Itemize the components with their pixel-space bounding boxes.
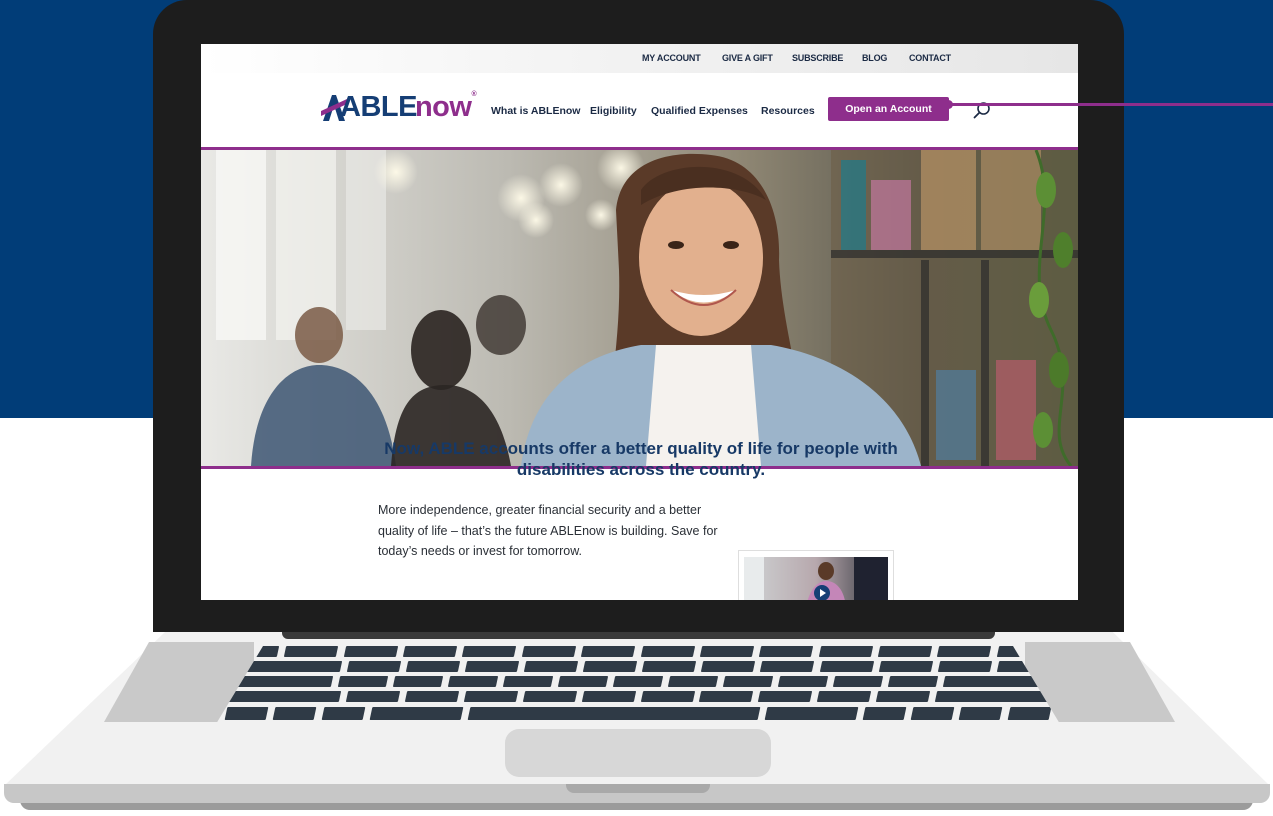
intro-paragraph: More independence, greater financial sec… [378,503,718,558]
laptop-lip [566,784,710,793]
key-row [216,646,1060,657]
hero-image [201,147,1078,469]
video-still [744,557,888,600]
utility-bar: MY ACCOUNT GIVE A GIFT SUBSCRIBE BLOG CO… [201,44,1078,73]
page-headline: Now, ABLE accounts offer a better qualit… [384,439,898,479]
logo-registered-mark: ® [471,91,477,98]
ablenow-logo[interactable]: ABLEnow® [321,91,477,124]
utility-link-blog[interactable]: BLOG [862,53,887,63]
utility-link-my-account[interactable]: MY ACCOUNT [642,53,701,63]
key-row [216,707,1060,720]
nav-eligibility[interactable]: Eligibility [590,105,637,117]
nav-qualified-expenses[interactable]: Qualified Expenses [651,105,748,117]
main-nav: ABLEnow® What is ABLEnow Eligibility Qua… [201,73,1078,147]
logo-now-text: now [414,91,472,123]
key-row [216,661,1060,672]
nav-resources[interactable]: Resources [761,105,815,117]
utility-link-contact[interactable]: CONTACT [909,53,951,63]
nav-what-is-ablenow[interactable]: What is ABLEnow [491,105,580,117]
callout-dot [944,100,953,109]
logo-able-text: ABLE [340,91,417,123]
keyboard [216,640,1060,724]
hero-photo [216,150,1078,466]
trackpad [505,729,771,777]
callout-line [948,103,1273,106]
laptop-hinge [282,632,995,639]
play-icon[interactable] [814,585,830,600]
utility-link-give-a-gift[interactable]: GIVE A GIFT [722,53,773,63]
key-row [216,691,1060,702]
utility-link-subscribe[interactable]: SUBSCRIBE [792,53,843,63]
open-an-account-button[interactable]: Open an Account [828,97,949,121]
key-row [216,676,1060,687]
laptop-screen: MY ACCOUNT GIVE A GIFT SUBSCRIBE BLOG CO… [201,44,1078,600]
video-thumbnail[interactable] [738,550,894,600]
